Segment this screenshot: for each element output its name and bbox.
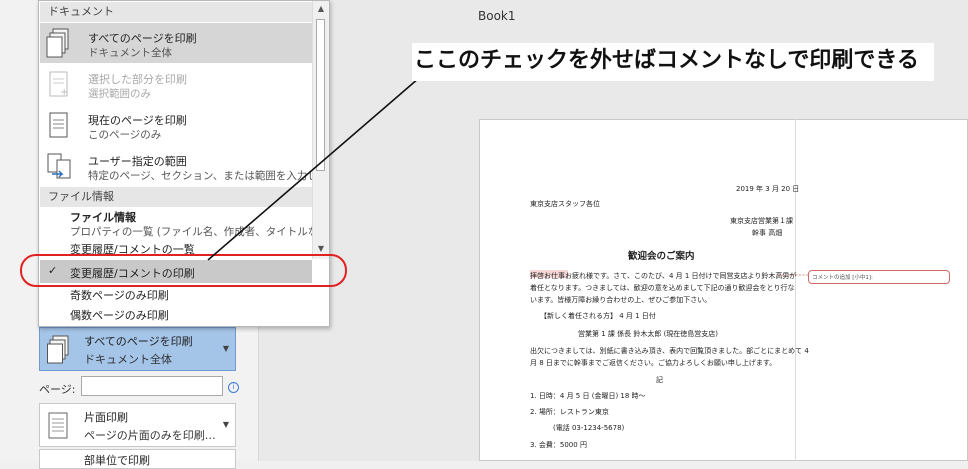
section-header-document: ドキュメント [40,2,312,22]
menu-item-title: 偶数ページのみ印刷 [70,309,169,322]
print-scope-title: すべてのページを印刷 [84,335,193,348]
doc-tel: (電話 03-1234-5678) [553,424,625,432]
document-title: Book1 [478,9,516,23]
chevron-down-icon: ▼ [222,344,229,353]
doc-staff-line: 営業第 1 課 係長 鈴木太郎 (現在徳島営支店) [578,330,719,338]
doc-item: 3. 会費：5000 円 [530,441,587,449]
pages-input[interactable] [81,376,223,396]
doc-ki: 記 [656,376,663,384]
menu-item-sub: このページのみ [88,129,162,141]
print-scope-sub: ドキュメント全体 [84,353,172,366]
scroll-up-arrow-icon[interactable]: ▲ [316,4,326,14]
doc-sender-dept: 東京支店営業第１課 [730,217,793,225]
collate-dropdown[interactable]: 部単位で印刷 [39,449,236,469]
menu-item-sub: 選択範囲のみ [88,88,151,100]
pages-label: ページ: [39,383,76,396]
chevron-down-icon: ▼ [222,420,229,429]
menu-item-sub: ドキュメント全体 [88,47,172,59]
menu-item-title: ファイル情報 [70,211,136,224]
doc-body-line: 着任となります。つきましては、歓迎の意を込めまして下記の通り歓迎会をとり行な [530,284,795,292]
menu-item-title: ユーザー指定の範囲 [88,155,187,168]
duplex-dropdown[interactable]: 片面印刷 ページの片面のみを印刷… ▼ [39,403,236,447]
duplex-title: 片面印刷 [84,411,128,424]
pages-stack-icon [46,28,69,58]
doc-date: 2019 年 3 月 20 日 [736,185,800,193]
svg-text:+: + [60,87,68,98]
doc-body-line: 月 8 日までに幹事までご返信ください。ご協力よろしくお願い申し上げます。 [530,359,777,367]
doc-heading: 歓迎会のご案内 [628,251,695,262]
menu-item-odd-pages[interactable]: 奇数ページのみ印刷 [40,285,312,303]
custom-range-icon [47,153,71,179]
single-sided-icon [48,412,68,439]
menu-item-print-all[interactable]: すべてのページを印刷 ドキュメント全体 [40,23,312,63]
duplex-sub: ページの片面のみを印刷… [84,429,216,442]
callout-annotation: ここのチェックを外せばコメントなしで印刷できる [412,43,934,81]
selection-page-icon: + [49,71,68,98]
doc-sender-name: 幹事 高畑 [752,229,783,237]
doc-body-line: 拝啓お仕事お疲れ様です。さて、このたび、4 月 1 日付けで同営支店より鈴木高男… [530,272,797,280]
doc-recipients: 東京支店スタッフ各位 [530,200,600,208]
info-icon[interactable]: i [228,382,239,393]
doc-body-line: 出欠につきましては、別紙に書き込み頂き、表内で回覧頂きました。部ごとにまとめて … [530,347,809,355]
single-page-icon [49,112,68,138]
print-scope-dropdown[interactable]: すべてのページを印刷 ドキュメント全体 ▼ [39,327,236,371]
menu-item-title: 選択した部分を印刷 [88,73,187,86]
menu-item-title: 奇数ページのみ印刷 [70,289,169,302]
doc-new-staff: 【新しく着任される方】 4 月 1 日付 [540,312,656,320]
doc-body-line: います。皆様万障お繰り合わせの上、ぜひご参加下さい。 [530,296,712,304]
collate-title: 部単位で印刷 [84,454,150,467]
pages-stack-icon [47,335,69,364]
comment-connector [778,274,808,276]
doc-item: 2. 場所：レストラン東京 [530,408,609,416]
menu-item-title: すべてのページを印刷 [88,32,197,45]
callout-pointer-line [207,77,420,261]
doc-item: 1. 日時：4 月 5 日 (金曜日) 18 時〜 [530,392,646,400]
menu-item-even-pages[interactable]: 偶数ページのみ印刷 [40,305,312,323]
markup-area-divider [795,119,796,461]
comment-balloon: コメントの追加 [小中1]: [808,270,950,284]
menu-item-title: 現在のページを印刷 [88,114,187,127]
